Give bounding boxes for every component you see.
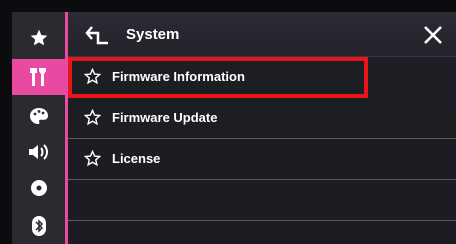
panel-header: System	[68, 12, 456, 57]
sidebar-item-bluetooth[interactable]	[12, 208, 65, 244]
menu-item-label: Firmware Information	[112, 69, 245, 84]
menu-item-firmware-update[interactable]: Firmware Update	[68, 98, 456, 139]
sidebar-item-system[interactable]	[12, 59, 65, 95]
bluetooth-icon	[31, 216, 46, 236]
palette-icon	[29, 108, 48, 124]
return-arrow-icon[interactable]	[85, 24, 109, 46]
sidebar-item-av-source[interactable]	[12, 170, 65, 206]
menu-item-empty	[68, 180, 456, 221]
close-icon[interactable]	[422, 24, 444, 46]
star-outline-icon	[84, 68, 101, 85]
star-outline-icon	[84, 109, 101, 126]
menu-item-label: Firmware Update	[112, 110, 218, 125]
menu-item-firmware-information[interactable]: Firmware Information	[68, 57, 368, 98]
speaker-icon	[28, 144, 48, 160]
sidebar-item-favorites[interactable]	[12, 20, 65, 56]
disc-icon	[30, 180, 47, 196]
star-outline-icon	[84, 150, 101, 167]
page-title: System	[126, 26, 180, 43]
menu-item-license[interactable]: License	[68, 139, 456, 180]
tools-icon	[29, 68, 46, 86]
star-icon	[30, 29, 47, 46]
head-unit-screen: System Firmware Information Firmware Upd…	[12, 12, 456, 244]
sidebar	[12, 12, 68, 244]
sidebar-item-theme[interactable]	[12, 98, 65, 134]
menu-item-label: License	[112, 151, 161, 166]
system-panel: System Firmware Information Firmware Upd…	[68, 12, 456, 244]
sidebar-item-audio[interactable]	[12, 134, 65, 170]
